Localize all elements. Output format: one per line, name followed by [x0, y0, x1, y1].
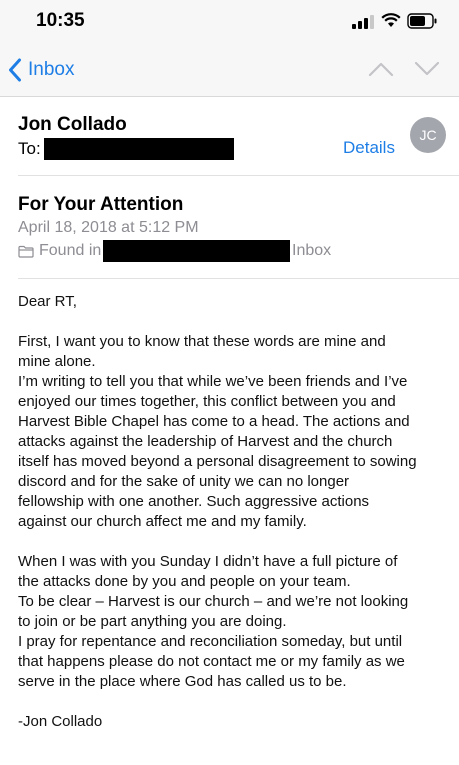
greeting: Dear RT, [18, 293, 77, 310]
body-line: discord and for the sake of unity we can… [18, 473, 350, 490]
message-body: Dear RT, First, I want you to know that … [18, 292, 448, 732]
signature: -Jon Collado [18, 713, 103, 730]
body-line: When I was with you Sunday I didn’t have… [18, 553, 398, 570]
header-divider [18, 175, 459, 176]
body-line: itself has moved beyond a personal disag… [18, 453, 417, 470]
message-date: April 18, 2018 at 5:12 PM [18, 219, 199, 236]
redacted-account [103, 240, 290, 262]
body-line: the attacks done by you and people on yo… [18, 573, 351, 590]
message-subject: For Your Attention [18, 194, 184, 215]
battery-icon [407, 13, 437, 29]
back-label: Inbox [28, 59, 75, 80]
body-line: First, I want you to know that these wor… [18, 333, 386, 350]
body-line: that happens please do not contact me or… [18, 653, 405, 670]
found-mailbox[interactable]: Inbox [292, 242, 331, 260]
back-to-inbox-button[interactable]: Inbox [8, 58, 74, 82]
body-line: To be clear – Harvest is our church – an… [18, 593, 409, 610]
redacted-recipient [44, 138, 234, 160]
status-time: 10:35 [36, 10, 85, 31]
found-in-label[interactable]: Found in [18, 242, 101, 260]
body-line: I’m writing to tell you that while we’ve… [18, 373, 408, 390]
found-prefix: Found in [39, 242, 102, 259]
body-line: I pray for repentance and reconciliation… [18, 633, 403, 650]
wifi-icon [381, 13, 401, 27]
to-label: To: [18, 139, 41, 158]
folder-icon [18, 245, 34, 258]
body-line: to join or be part anything you are doin… [18, 613, 287, 630]
body-line: Harvest Bible Chapel has come to a head.… [18, 413, 410, 430]
cellular-signal-icon [352, 15, 374, 29]
chevron-up-icon[interactable] [368, 61, 394, 77]
body-line: mine alone. [18, 353, 96, 370]
sender-name[interactable]: Jon Collado [18, 114, 127, 136]
avatar[interactable]: JC [410, 117, 446, 153]
body-line: fellowship with one another. Such aggres… [18, 493, 370, 510]
status-bar: 10:35 [0, 0, 459, 44]
chevron-left-icon [9, 58, 21, 82]
body-line: attacks against the leadership of Harves… [18, 433, 393, 450]
details-button[interactable]: Details [343, 138, 395, 158]
subject-divider [18, 278, 459, 279]
chevron-down-icon[interactable] [414, 61, 440, 77]
body-line: against our church affect me and my fami… [18, 513, 307, 530]
body-line: enjoyed our times together, this conflic… [18, 393, 396, 410]
body-line: serve in the place where God has called … [18, 673, 347, 690]
